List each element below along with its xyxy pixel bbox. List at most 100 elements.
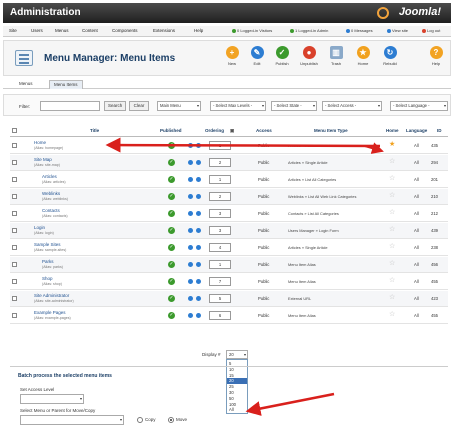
published-check-icon[interactable]: ✓ bbox=[168, 261, 175, 268]
published-check-icon[interactable]: ✓ bbox=[168, 142, 175, 149]
row-checkbox[interactable] bbox=[12, 160, 17, 165]
row-checkbox[interactable] bbox=[12, 177, 17, 182]
move-up-icon[interactable] bbox=[188, 228, 193, 233]
ordering-input[interactable]: 1 bbox=[209, 175, 231, 184]
move-up-icon[interactable] bbox=[188, 211, 193, 216]
move-up-icon[interactable] bbox=[188, 262, 193, 267]
ordering-input[interactable]: 4 bbox=[209, 243, 231, 252]
move-radio[interactable]: Move bbox=[168, 417, 187, 423]
item-title-link[interactable]: Shop bbox=[42, 276, 53, 281]
row-checkbox[interactable] bbox=[12, 262, 17, 267]
edit-button[interactable]: ✎ Edit bbox=[245, 46, 269, 72]
ordering-input[interactable]: 3 bbox=[209, 209, 231, 218]
home-star-icon[interactable]: ☆ bbox=[389, 277, 395, 285]
ordering-input[interactable]: 2 bbox=[209, 158, 231, 167]
col-menu-item-type[interactable]: Menu Item Type bbox=[314, 128, 348, 133]
menu-components[interactable]: Components bbox=[112, 28, 138, 33]
display-number-select[interactable]: 20 bbox=[226, 350, 248, 359]
item-title-link[interactable]: Example Pages bbox=[34, 310, 66, 315]
row-checkbox[interactable] bbox=[12, 296, 17, 301]
access-level-select[interactable] bbox=[20, 394, 84, 404]
move-up-icon[interactable] bbox=[188, 296, 193, 301]
menu-site[interactable]: Site bbox=[9, 28, 17, 33]
menu-users[interactable]: Users bbox=[31, 28, 43, 33]
ordering-input[interactable]: 2 bbox=[209, 192, 231, 201]
col-access[interactable]: Access bbox=[256, 128, 272, 133]
move-down-icon[interactable] bbox=[196, 313, 201, 318]
ordering-input[interactable]: 1 bbox=[209, 260, 231, 269]
select-all-checkbox[interactable] bbox=[12, 128, 17, 133]
logout-link[interactable]: Log out bbox=[422, 28, 440, 33]
col-home[interactable]: Home bbox=[386, 128, 399, 133]
menu-menus[interactable]: Menus bbox=[55, 28, 69, 33]
move-up-icon[interactable] bbox=[188, 279, 193, 284]
item-title-link[interactable]: Site Map bbox=[34, 157, 52, 162]
published-check-icon[interactable]: ✓ bbox=[168, 176, 175, 183]
published-check-icon[interactable]: ✓ bbox=[168, 278, 175, 285]
row-checkbox[interactable] bbox=[12, 194, 17, 199]
home-star-icon[interactable]: ☆ bbox=[389, 243, 395, 251]
ordering-input[interactable]: 1 bbox=[209, 141, 231, 150]
move-down-icon[interactable] bbox=[196, 296, 201, 301]
home-star-icon[interactable]: ☆ bbox=[389, 158, 395, 166]
move-down-icon[interactable] bbox=[196, 194, 201, 199]
new-button[interactable]: + New bbox=[220, 46, 244, 72]
messages-status[interactable]: 0 Messages bbox=[346, 28, 373, 33]
row-checkbox[interactable] bbox=[12, 313, 17, 318]
menu-help[interactable]: Help bbox=[194, 28, 203, 33]
menu-extensions[interactable]: Extensions bbox=[153, 28, 175, 33]
home-default-star-icon[interactable]: ★ bbox=[389, 141, 395, 149]
home-star-icon[interactable]: ☆ bbox=[389, 226, 395, 234]
col-published[interactable]: Published bbox=[160, 128, 182, 133]
move-up-icon[interactable] bbox=[188, 143, 193, 148]
tab-menus[interactable]: Menus bbox=[15, 80, 37, 89]
access-select[interactable]: - Select Access - bbox=[322, 101, 382, 111]
move-down-icon[interactable] bbox=[196, 228, 201, 233]
home-star-icon[interactable]: ☆ bbox=[389, 311, 395, 319]
published-check-icon[interactable]: ✓ bbox=[168, 193, 175, 200]
move-down-icon[interactable] bbox=[196, 177, 201, 182]
ordering-input[interactable]: 7 bbox=[209, 277, 231, 286]
published-check-icon[interactable]: ✓ bbox=[168, 312, 175, 319]
unpublish-button[interactable]: ● Unpublish bbox=[297, 46, 321, 72]
item-title-link[interactable]: Login bbox=[34, 225, 45, 230]
save-order-icon[interactable]: ▣ bbox=[230, 128, 234, 134]
move-up-icon[interactable] bbox=[188, 160, 193, 165]
copy-radio[interactable]: Copy bbox=[137, 417, 156, 423]
filter-search-input[interactable] bbox=[40, 101, 100, 111]
move-copy-select[interactable] bbox=[20, 415, 124, 425]
rebuild-button[interactable]: ↻ Rebuild bbox=[378, 46, 402, 72]
published-check-icon[interactable]: ✓ bbox=[168, 210, 175, 217]
row-checkbox[interactable] bbox=[12, 245, 17, 250]
published-check-icon[interactable]: ✓ bbox=[168, 244, 175, 251]
col-title[interactable]: Title bbox=[90, 128, 99, 133]
view-site-link[interactable]: View site bbox=[387, 28, 408, 33]
move-down-icon[interactable] bbox=[196, 245, 201, 250]
move-up-icon[interactable] bbox=[188, 177, 193, 182]
ordering-input[interactable]: 5 bbox=[209, 294, 231, 303]
move-down-icon[interactable] bbox=[196, 279, 201, 284]
move-down-icon[interactable] bbox=[196, 211, 201, 216]
item-title-link[interactable]: Articles bbox=[42, 174, 57, 179]
item-title-link[interactable]: Parks bbox=[42, 259, 54, 264]
clear-button[interactable]: Clear bbox=[129, 101, 149, 111]
published-check-icon[interactable]: ✓ bbox=[168, 227, 175, 234]
move-down-icon[interactable] bbox=[196, 160, 201, 165]
tab-menu-items[interactable]: Menu Items bbox=[49, 80, 83, 89]
row-checkbox[interactable] bbox=[12, 279, 17, 284]
item-title-link[interactable]: Home bbox=[34, 140, 46, 145]
home-star-icon[interactable]: ☆ bbox=[389, 192, 395, 200]
move-down-icon[interactable] bbox=[196, 262, 201, 267]
item-title-link[interactable]: Contacts bbox=[42, 208, 60, 213]
ordering-input[interactable]: 6 bbox=[209, 311, 231, 320]
home-star-icon[interactable]: ☆ bbox=[389, 260, 395, 268]
menu-content[interactable]: Content bbox=[82, 28, 98, 33]
col-language[interactable]: Language bbox=[406, 128, 427, 133]
max-levels-select[interactable]: - Select Max Levels - bbox=[210, 101, 266, 111]
help-button[interactable]: ? Help bbox=[424, 46, 448, 72]
home-star-icon[interactable]: ☆ bbox=[389, 294, 395, 302]
row-checkbox[interactable] bbox=[12, 211, 17, 216]
published-check-icon[interactable]: ✓ bbox=[168, 295, 175, 302]
row-checkbox[interactable] bbox=[12, 228, 17, 233]
item-title-link[interactable]: Weblinks bbox=[42, 191, 60, 196]
